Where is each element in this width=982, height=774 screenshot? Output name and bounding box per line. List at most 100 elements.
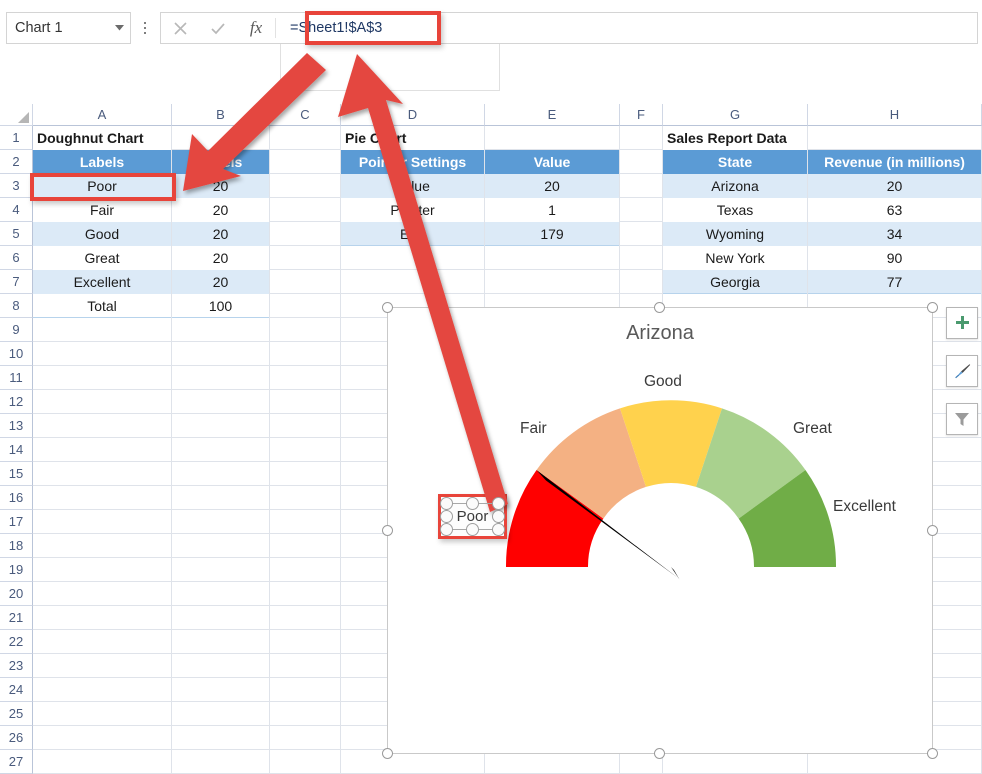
label-handle-bottom-right[interactable] xyxy=(492,523,505,536)
row-header-20[interactable]: 20 xyxy=(0,582,33,606)
select-all-triangle-icon[interactable] xyxy=(0,104,33,126)
cell-B6[interactable]: 20 xyxy=(172,246,269,270)
chart-handle-top-right[interactable] xyxy=(927,302,938,313)
column-header-c[interactable]: C xyxy=(270,104,341,126)
chart-elements-button[interactable] xyxy=(946,307,978,339)
cell-B5[interactable]: 20 xyxy=(172,222,269,246)
chart-handle-bottom-right[interactable] xyxy=(927,748,938,759)
row-header-26[interactable]: 26 xyxy=(0,726,33,750)
cell-D1[interactable]: Pie Chart xyxy=(341,126,484,150)
chevron-down-icon[interactable] xyxy=(108,25,130,31)
row-header-19[interactable]: 19 xyxy=(0,558,33,582)
cell-G5[interactable]: Wyoming xyxy=(663,222,807,246)
cell-A7[interactable]: Excellent xyxy=(33,270,171,294)
chart-filters-button[interactable] xyxy=(946,403,978,435)
label-handle-top-left[interactable] xyxy=(440,497,453,510)
column-header-a[interactable]: A xyxy=(33,104,172,126)
chart-handle-bottom-left[interactable] xyxy=(382,748,393,759)
row-header-17[interactable]: 17 xyxy=(0,510,33,534)
row-header-15[interactable]: 15 xyxy=(0,462,33,486)
cell-E2[interactable]: Value xyxy=(485,150,619,174)
chart-handle-middle-left[interactable] xyxy=(382,525,393,536)
row-header-3[interactable]: 3 xyxy=(0,174,33,198)
row-header-16[interactable]: 16 xyxy=(0,486,33,510)
vertical-dots-icon[interactable] xyxy=(140,18,150,38)
row-header-14[interactable]: 14 xyxy=(0,438,33,462)
label-handle-top-right[interactable] xyxy=(492,497,505,510)
label-handle-middle-left[interactable] xyxy=(440,510,453,523)
chart-handle-top-left[interactable] xyxy=(382,302,393,313)
cell-G7[interactable]: Georgia xyxy=(663,270,807,294)
column-header-d[interactable]: D xyxy=(341,104,485,126)
column-header-f[interactable]: F xyxy=(620,104,663,126)
label-handle-bottom-center[interactable] xyxy=(466,523,479,536)
funnel-icon xyxy=(953,410,971,428)
cell-D5[interactable]: End xyxy=(341,222,484,246)
cell-E4[interactable]: 1 xyxy=(485,198,619,222)
name-box[interactable]: Chart 1 xyxy=(6,12,131,44)
poor-data-label-selection[interactable]: Poor xyxy=(438,494,507,539)
row-header-5[interactable]: 5 xyxy=(0,222,33,246)
cell-D4[interactable]: Pointer xyxy=(341,198,484,222)
cell-E5[interactable]: 179 xyxy=(485,222,619,246)
row-header-24[interactable]: 24 xyxy=(0,678,33,702)
cell-A2[interactable]: Labels xyxy=(33,150,171,174)
cell-E3[interactable]: 20 xyxy=(485,174,619,198)
row-header-1[interactable]: 1 xyxy=(0,126,33,150)
row-header-4[interactable]: 4 xyxy=(0,198,33,222)
cell-D3[interactable]: Value xyxy=(341,174,484,198)
cell-H6[interactable]: 90 xyxy=(808,246,981,270)
row-header-22[interactable]: 22 xyxy=(0,630,33,654)
row-header-8[interactable]: 8 xyxy=(0,294,33,318)
column-header-e[interactable]: E xyxy=(485,104,620,126)
chart-handle-top-center[interactable] xyxy=(654,302,665,313)
row-header-10[interactable]: 10 xyxy=(0,342,33,366)
column-header-g[interactable]: G xyxy=(663,104,808,126)
cell-B8[interactable]: 100 xyxy=(172,294,269,318)
row-header-11[interactable]: 11 xyxy=(0,366,33,390)
confirm-check-icon[interactable] xyxy=(199,13,237,43)
chart-styles-button[interactable] xyxy=(946,355,978,387)
row-header-7[interactable]: 7 xyxy=(0,270,33,294)
cell-A1[interactable]: Doughnut Chart xyxy=(33,126,171,150)
fx-icon[interactable]: fx xyxy=(237,13,275,43)
row-header-12[interactable]: 12 xyxy=(0,390,33,414)
cell-A5[interactable]: Good xyxy=(33,222,171,246)
row-header-27[interactable]: 27 xyxy=(0,750,33,774)
cell-H7[interactable]: 77 xyxy=(808,270,981,294)
cell-B7[interactable]: 20 xyxy=(172,270,269,294)
cell-B3[interactable]: 20 xyxy=(172,174,269,198)
cell-A4[interactable]: Fair xyxy=(33,198,171,222)
row-header-23[interactable]: 23 xyxy=(0,654,33,678)
formula-bar[interactable]: fx =Sheet1!$A$3 xyxy=(160,12,978,44)
label-handle-middle-right[interactable] xyxy=(492,510,505,523)
label-handle-bottom-left[interactable] xyxy=(440,523,453,536)
cell-G3[interactable]: Arizona xyxy=(663,174,807,198)
cell-H3[interactable]: 20 xyxy=(808,174,981,198)
label-handle-top-center[interactable] xyxy=(466,497,479,510)
cell-G1[interactable]: Sales Report Data xyxy=(663,126,807,150)
cell-A8[interactable]: Total xyxy=(33,294,171,318)
cell-B2[interactable]: Levels xyxy=(172,150,269,174)
cell-H2[interactable]: Revenue (in millions) xyxy=(808,150,981,174)
cancel-x-icon[interactable] xyxy=(161,13,199,43)
row-header-21[interactable]: 21 xyxy=(0,606,33,630)
row-header-2[interactable]: 2 xyxy=(0,150,33,174)
row-header-18[interactable]: 18 xyxy=(0,534,33,558)
row-header-9[interactable]: 9 xyxy=(0,318,33,342)
column-header-h[interactable]: H xyxy=(808,104,982,126)
cell-A6[interactable]: Great xyxy=(33,246,171,270)
cell-H4[interactable]: 63 xyxy=(808,198,981,222)
column-header-b[interactable]: B xyxy=(172,104,270,126)
cell-G4[interactable]: Texas xyxy=(663,198,807,222)
cell-G2[interactable]: State xyxy=(663,150,807,174)
cell-B4[interactable]: 20 xyxy=(172,198,269,222)
chart-handle-middle-right[interactable] xyxy=(927,525,938,536)
cell-H5[interactable]: 34 xyxy=(808,222,981,246)
row-header-13[interactable]: 13 xyxy=(0,414,33,438)
chart-handle-bottom-center[interactable] xyxy=(654,748,665,759)
cell-D2[interactable]: Pointer Settings xyxy=(341,150,484,174)
cell-G6[interactable]: New York xyxy=(663,246,807,270)
row-header-25[interactable]: 25 xyxy=(0,702,33,726)
row-header-6[interactable]: 6 xyxy=(0,246,33,270)
